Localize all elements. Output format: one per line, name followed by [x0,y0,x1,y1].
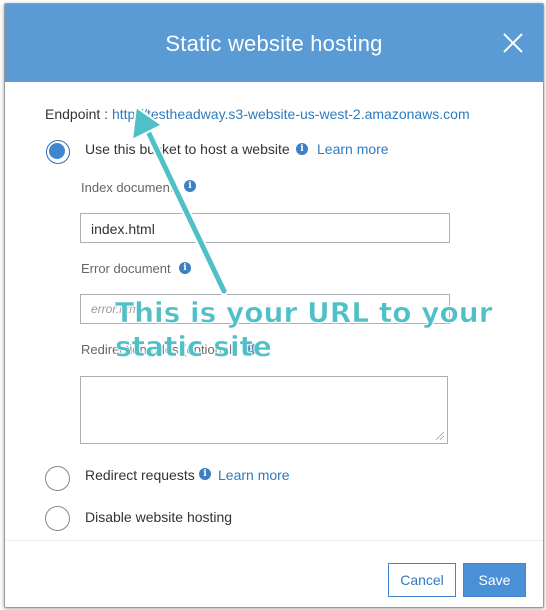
annotation-line-2: static site [115,330,273,364]
annotation-line-1: This is your URL to your [115,296,493,330]
static-website-hosting-dialog: Static website hosting Endpoint : http:/… [4,3,544,608]
annotation-text: This is your URL to your static site [115,296,493,364]
